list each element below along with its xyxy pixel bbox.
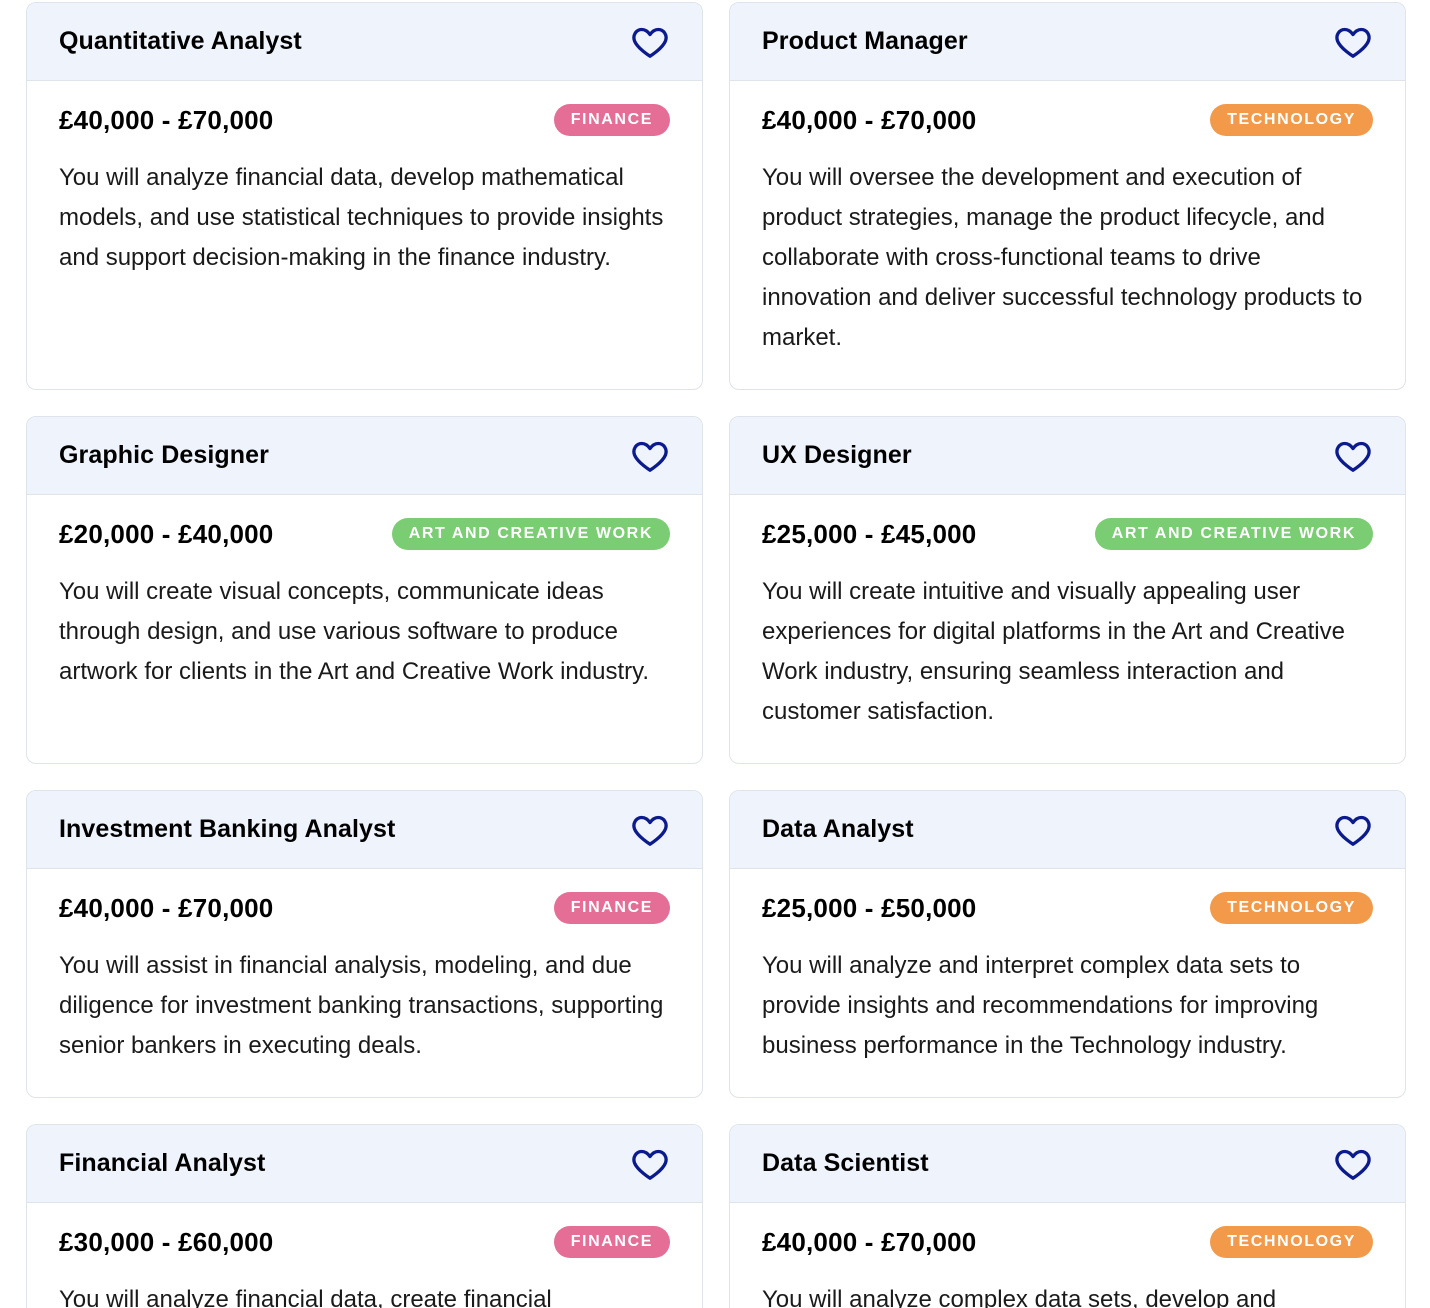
favorite-button[interactable] [1333, 1144, 1373, 1184]
salary-row: £40,000 - £70,000 TECHNOLOGY [762, 103, 1373, 137]
salary-row: £40,000 - £70,000 FINANCE [59, 891, 670, 925]
job-card-body: £40,000 - £70,000 TECHNOLOGY You will ov… [730, 81, 1405, 358]
favorite-button[interactable] [630, 810, 670, 850]
category-badge: ART AND CREATIVE WORK [391, 518, 670, 550]
job-title: Product Manager [762, 27, 968, 55]
job-card-header: Financial Analyst [27, 1125, 702, 1203]
favorite-button[interactable] [1333, 810, 1373, 850]
job-description: You will create visual concepts, communi… [59, 578, 650, 685]
category-badge: ART AND CREATIVE WORK [1094, 518, 1373, 550]
heart-outline-icon [1335, 815, 1371, 846]
category-badge: TECHNOLOGY [1210, 104, 1373, 136]
salary-row: £40,000 - £70,000 FINANCE [59, 103, 670, 137]
job-card-header: Product Manager [730, 3, 1405, 81]
job-card-body: £25,000 - £50,000 TECHNOLOGY You will an… [730, 869, 1405, 1066]
job-card-header: Data Scientist [730, 1125, 1405, 1203]
job-card[interactable]: Financial Analyst £30,000 - £60,000 FINA… [26, 1124, 703, 1308]
salary-row: £20,000 - £40,000 ART AND CREATIVE WORK [59, 517, 670, 551]
job-description: You will analyze and interpret complex d… [762, 952, 1319, 1059]
favorite-button[interactable] [630, 1144, 670, 1184]
favorite-button[interactable] [1333, 436, 1373, 476]
heart-outline-icon [632, 815, 668, 846]
job-card-body: £40,000 - £70,000 TECHNOLOGY You will an… [730, 1203, 1405, 1308]
job-title: Quantitative Analyst [59, 27, 302, 55]
job-title: Data Analyst [762, 815, 914, 843]
heart-outline-icon [632, 441, 668, 472]
favorite-button[interactable] [1333, 22, 1373, 62]
salary-row: £40,000 - £70,000 TECHNOLOGY [762, 1225, 1373, 1259]
job-card[interactable]: Data Scientist £40,000 - £70,000 TECHNOL… [729, 1124, 1406, 1308]
job-card[interactable]: UX Designer £25,000 - £45,000 ART AND CR… [729, 416, 1406, 764]
job-title: Investment Banking Analyst [59, 815, 396, 843]
salary-range: £25,000 - £45,000 [762, 518, 977, 549]
salary-range: £25,000 - £50,000 [762, 892, 977, 923]
job-card-header: Graphic Designer [27, 417, 702, 495]
job-card-body: £30,000 - £60,000 FINANCE You will analy… [27, 1203, 702, 1308]
job-title: Data Scientist [762, 1149, 929, 1177]
favorite-button[interactable] [630, 22, 670, 62]
salary-row: £25,000 - £45,000 ART AND CREATIVE WORK [762, 517, 1373, 551]
job-description: You will analyze financial data, create … [59, 1286, 552, 1308]
job-card-body: £20,000 - £40,000 ART AND CREATIVE WORK … [27, 495, 702, 692]
job-description: You will create intuitive and visually a… [762, 578, 1345, 725]
heart-outline-icon [1335, 441, 1371, 472]
job-card-header: Quantitative Analyst [27, 3, 702, 81]
salary-row: £25,000 - £50,000 TECHNOLOGY [762, 891, 1373, 925]
salary-range: £30,000 - £60,000 [59, 1226, 274, 1257]
job-card[interactable]: Product Manager £40,000 - £70,000 TECHNO… [729, 2, 1406, 390]
job-description: You will oversee the development and exe… [762, 164, 1363, 351]
job-card-body: £40,000 - £70,000 FINANCE You will analy… [27, 81, 702, 278]
salary-range: £20,000 - £40,000 [59, 518, 274, 549]
salary-range: £40,000 - £70,000 [762, 104, 977, 135]
job-card-header: Investment Banking Analyst [27, 791, 702, 869]
job-title: UX Designer [762, 441, 912, 469]
job-card[interactable]: Quantitative Analyst £40,000 - £70,000 F… [26, 2, 703, 390]
job-card[interactable]: Data Analyst £25,000 - £50,000 TECHNOLOG… [729, 790, 1406, 1098]
salary-range: £40,000 - £70,000 [59, 104, 274, 135]
favorite-button[interactable] [630, 436, 670, 476]
heart-outline-icon [1335, 1149, 1371, 1180]
job-card[interactable]: Investment Banking Analyst £40,000 - £70… [26, 790, 703, 1098]
salary-row: £30,000 - £60,000 FINANCE [59, 1225, 670, 1259]
job-card-body: £25,000 - £45,000 ART AND CREATIVE WORK … [730, 495, 1405, 732]
salary-range: £40,000 - £70,000 [762, 1226, 977, 1257]
salary-range: £40,000 - £70,000 [59, 892, 274, 923]
job-card-body: £40,000 - £70,000 FINANCE You will assis… [27, 869, 702, 1066]
heart-outline-icon [632, 1149, 668, 1180]
category-badge: FINANCE [553, 1226, 670, 1258]
job-description: You will analyze financial data, develop… [59, 164, 664, 271]
job-description: You will analyze complex data sets, deve… [762, 1286, 1277, 1308]
category-badge: TECHNOLOGY [1210, 1226, 1373, 1258]
category-badge: TECHNOLOGY [1210, 892, 1373, 924]
job-description: You will assist in financial analysis, m… [59, 952, 664, 1059]
job-card-header: Data Analyst [730, 791, 1405, 869]
job-card[interactable]: Graphic Designer £20,000 - £40,000 ART A… [26, 416, 703, 764]
job-title: Graphic Designer [59, 441, 269, 469]
category-badge: FINANCE [553, 104, 670, 136]
heart-outline-icon [1335, 27, 1371, 58]
job-card-header: UX Designer [730, 417, 1405, 495]
heart-outline-icon [632, 27, 668, 58]
category-badge: FINANCE [553, 892, 670, 924]
job-title: Financial Analyst [59, 1149, 266, 1177]
